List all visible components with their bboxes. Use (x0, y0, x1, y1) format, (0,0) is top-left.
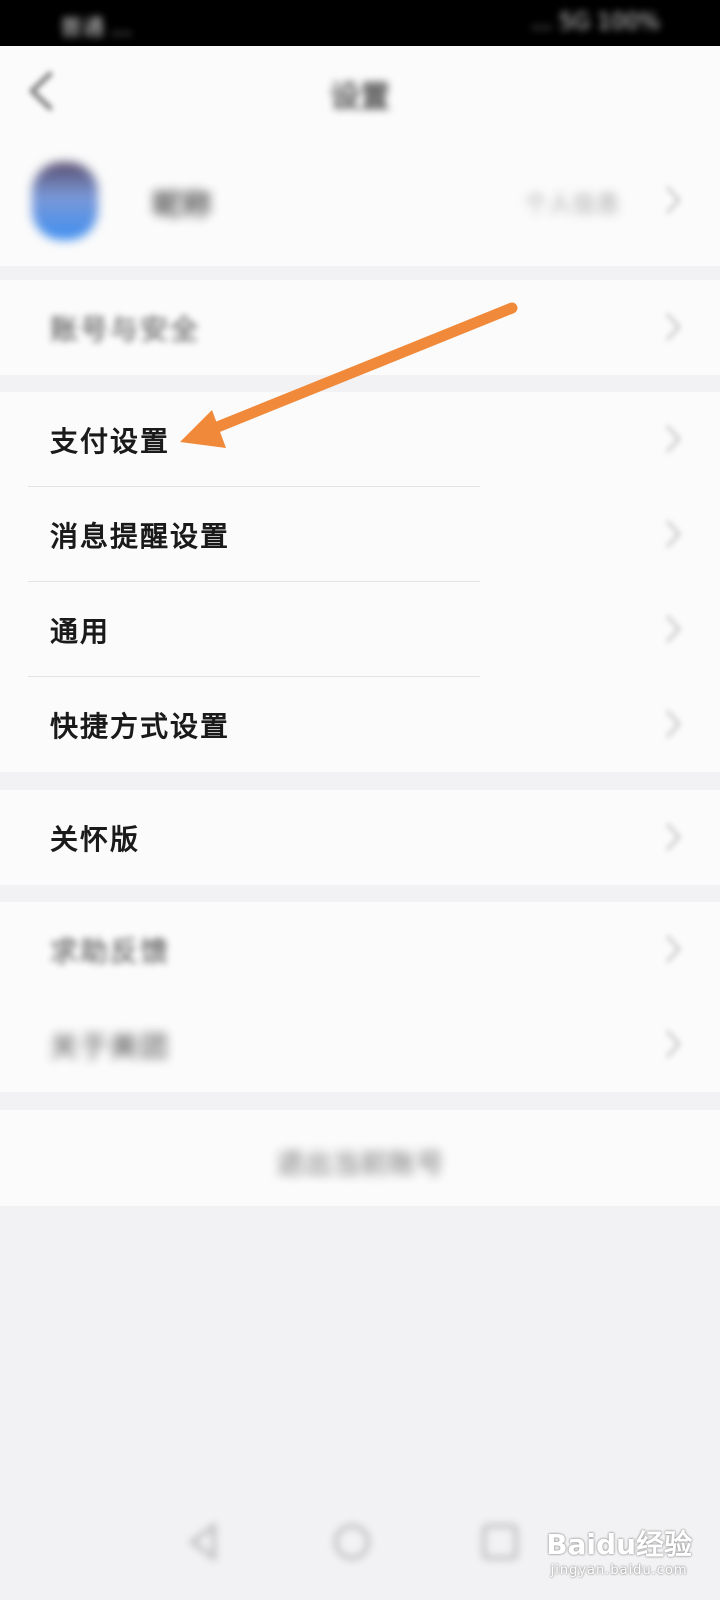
chevron-right-icon (665, 185, 682, 215)
logout-button[interactable]: 退出当前账号 (0, 1110, 720, 1206)
settings-group-account: 账号与安全 (0, 280, 720, 375)
settings-item-label: 求助反馈 (50, 934, 171, 968)
chevron-right-icon (665, 1029, 682, 1059)
chevron-right-icon (665, 709, 682, 739)
settings-group-help: 求助反馈 关于美团 (0, 902, 720, 1092)
chevron-right-icon (665, 519, 682, 549)
settings-item-label: 消息提醒设置 (50, 519, 231, 553)
settings-item-account-security[interactable]: 账号与安全 (0, 280, 720, 375)
settings-item-label: 关于美团 (50, 1029, 171, 1063)
settings-item-general[interactable]: 通用 (0, 582, 720, 677)
chevron-right-icon (665, 424, 682, 454)
nav-back-icon[interactable] (182, 1520, 226, 1564)
avatar[interactable] (32, 162, 98, 240)
top-bar: 设置 (0, 46, 720, 136)
chevron-right-icon (665, 312, 682, 342)
status-bar: 普通 ... ... 5G 100% (0, 0, 720, 46)
profile-row[interactable]: 昵称 个人信息 (0, 136, 720, 266)
settings-item-label: 支付设置 (50, 424, 171, 458)
settings-item-label: 通用 (50, 614, 111, 648)
profile-info-link: 个人信息 (524, 190, 620, 218)
nav-home-icon[interactable] (330, 1520, 374, 1564)
chevron-right-icon (665, 934, 682, 964)
settings-item-notifications[interactable]: 消息提醒设置 (0, 487, 720, 582)
status-right: ... 5G 100% (531, 10, 660, 35)
baidu-watermark: Baidu经验 jingyan.baidu.com (546, 1523, 692, 1578)
nav-recents-icon[interactable] (478, 1520, 522, 1564)
status-left: 普通 ... (60, 16, 132, 41)
profile-name: 昵称 (152, 188, 212, 223)
watermark-main: Baidu经验 (546, 1528, 692, 1561)
watermark-sub: jingyan.baidu.com (550, 1563, 688, 1578)
settings-item-label: 关怀版 (50, 822, 141, 856)
settings-group-care: 关怀版 (0, 790, 720, 885)
settings-item-about[interactable]: 关于美团 (0, 997, 720, 1092)
logout-label: 退出当前账号 (275, 1147, 444, 1180)
settings-item-label: 快捷方式设置 (50, 709, 231, 743)
settings-item-shortcuts[interactable]: 快捷方式设置 (0, 677, 720, 772)
page-title: 设置 (330, 80, 390, 115)
settings-item-label: 账号与安全 (50, 312, 201, 346)
settings-group-main: 支付设置 消息提醒设置 通用 快捷方式设置 (0, 392, 720, 772)
chevron-right-icon (665, 614, 682, 644)
settings-item-payment[interactable]: 支付设置 (0, 392, 720, 487)
settings-item-feedback[interactable]: 求助反馈 (0, 902, 720, 997)
settings-item-care-mode[interactable]: 关怀版 (0, 790, 720, 885)
chevron-right-icon (665, 822, 682, 852)
